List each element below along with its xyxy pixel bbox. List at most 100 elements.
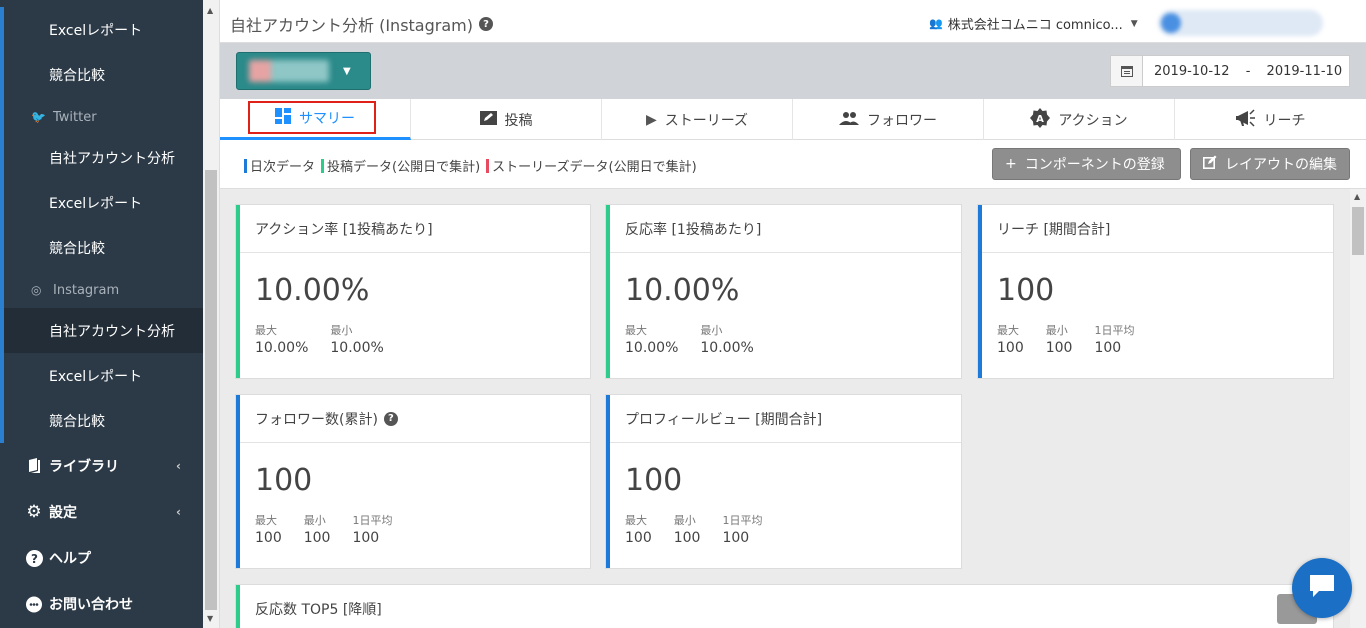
scroll-up-icon[interactable]: ▲ (1354, 192, 1360, 201)
sidebar-item-label: ライブラリ (49, 459, 119, 475)
card-value: 10.00% (255, 273, 370, 308)
tab-followers[interactable]: フォロワー (793, 99, 984, 140)
stat-max: 最大 10.00% (625, 322, 678, 356)
stat-value: 100 (625, 530, 652, 546)
legend-label: ストーリーズデータ(公開日で集計) (492, 160, 697, 175)
card-stats: 最大 100 最小 100 1日平均 100 (255, 512, 392, 546)
legend-item-stories: ストーリーズデータ(公開日で集計) (486, 156, 697, 175)
caret-down-icon: ▼ (343, 65, 351, 77)
stat-value: 10.00% (330, 340, 384, 356)
metric-card-followers: フォロワー数(累計) ? 100 最大 100 最小 100 1日平均 100 (235, 394, 591, 569)
scrollbar-thumb[interactable] (205, 170, 217, 610)
sidebar-item-label: Excelレポート (49, 195, 143, 212)
stat-value: 100 (1045, 340, 1073, 356)
chat-launcher-button[interactable] (1292, 558, 1352, 618)
metric-card-engagement-rate: 反応率 [1投稿あたり] 10.00% 最大 10.00% 最小 10.00% (605, 204, 962, 379)
stat-value: 100 (303, 530, 331, 546)
tab-reach[interactable]: リーチ (1175, 99, 1366, 140)
sidebar-section-instagram: ◎ Instagram (0, 270, 203, 310)
calendar-icon[interactable] (1111, 56, 1143, 86)
card-title: プロフィールビュー [期間合計] (606, 395, 961, 443)
tab-posts[interactable]: 投稿 (411, 99, 602, 140)
action-icon: A (1030, 107, 1051, 132)
add-component-button[interactable]: + コンポーネントの登録 (992, 148, 1181, 180)
sidebar-item-excel-report-1[interactable]: Excelレポート (0, 7, 203, 52)
company-selector[interactable]: 👥 株式会社コムニコ comnico... ▼ (929, 14, 1138, 33)
sidebar-item-label: ヘルプ (49, 551, 91, 567)
date-start: 2019-10-12 (1154, 63, 1230, 79)
card-title: リーチ [期間合計] (978, 205, 1333, 253)
card-stats: 最大 10.00% 最小 10.00% (255, 322, 384, 356)
sidebar-item-competitor-2[interactable]: 競合比較 (0, 225, 203, 270)
stat-value: 10.00% (625, 340, 679, 356)
tab-label: アクション (1058, 112, 1128, 129)
tab-actions[interactable]: A アクション (984, 99, 1175, 140)
card-stats: 最大 100 最小 100 1日平均 100 (997, 322, 1134, 356)
tab-label: ストーリーズ (664, 112, 749, 129)
sidebar-item-competitor-1[interactable]: 競合比較 (0, 52, 203, 97)
stat-label: 最大 (625, 514, 647, 527)
scroll-up-icon[interactable]: ▲ (207, 6, 213, 15)
stat-label: 最小 (673, 514, 696, 527)
scroll-down-icon[interactable]: ▼ (207, 614, 213, 623)
sidebar-item-label: 競合比較 (49, 67, 105, 84)
sidebar-item-settings[interactable]: ⚙ 設定 ‹ (0, 489, 203, 535)
sidebar-item-label: 競合比較 (49, 413, 105, 430)
library-icon (25, 458, 43, 474)
plus-icon: + (1005, 156, 1017, 172)
edit-layout-button[interactable]: レイアウトの編集 (1190, 148, 1350, 180)
sidebar-section-twitter: 🐦 Twitter (0, 97, 203, 137)
sidebar-item-contact[interactable]: お問い合わせ (0, 581, 203, 627)
sidebar-section-label: Twitter (53, 109, 97, 125)
card-value: 10.00% (625, 273, 740, 308)
card-stats: 最大 100 最小 100 1日平均 100 (625, 512, 762, 546)
help-icon[interactable]: ? (383, 411, 398, 426)
legend-swatch (321, 158, 325, 173)
content-scrollbar[interactable]: ▲ (1350, 189, 1366, 628)
sidebar-item-label: 自社アカウント分析 (49, 323, 175, 340)
card-accent (236, 585, 240, 628)
help-icon[interactable]: ? (478, 17, 493, 31)
stat-min: 最小 100 (304, 512, 331, 546)
page-title: 自社アカウント分析 (Instagram) ? (230, 12, 493, 36)
stat-max: 最大 10.00% (255, 322, 308, 356)
scrollbar-thumb[interactable] (1352, 207, 1364, 255)
ranking-card-top5: 反応数 TOP5 [降順] (235, 584, 1334, 628)
card-value: 100 (997, 273, 1055, 308)
stat-label: 最大 (997, 324, 1019, 337)
sidebar-item-own-account-twitter[interactable]: 自社アカウント分析 (0, 135, 203, 180)
sidebar-item-label: お問い合わせ (49, 597, 133, 613)
date-range-text: 2019-10-12 - 2019-11-10 (1143, 64, 1342, 79)
svg-text:?: ? (31, 552, 38, 566)
stat-max: 最大 100 (255, 512, 282, 546)
legend-label: 投稿データ(公開日で集計) (327, 160, 481, 175)
legend-row: 日次データ 投稿データ(公開日で集計) ストーリーズデータ(公開日で集計) + … (220, 140, 1366, 189)
card-accent (978, 205, 982, 378)
stat-label: 1日平均 (1094, 324, 1135, 337)
legend: 日次データ 投稿データ(公開日で集計) ストーリーズデータ(公開日で集計) (244, 156, 697, 175)
stat-value: 100 (255, 530, 282, 546)
tab-stories[interactable]: ▶ ストーリーズ (602, 99, 793, 140)
chat-bubble-icon (1307, 572, 1337, 604)
caret-down-icon: ▼ (1130, 18, 1138, 29)
card-title: 反応数 TOP5 [降順] (236, 585, 1333, 628)
tab-label: リーチ (1263, 112, 1306, 129)
sidebar-item-help[interactable]: ? ヘルプ (0, 535, 203, 581)
sidebar-item-excel-report-3[interactable]: Excelレポート (0, 353, 203, 398)
account-selector-button[interactable]: ▼ (236, 52, 371, 90)
stat-value: 100 (722, 530, 750, 546)
sidebar-item-own-account-instagram[interactable]: 自社アカウント分析 (0, 308, 203, 353)
sidebar-item-competitor-3[interactable]: 競合比較 (0, 398, 203, 443)
metric-card-action-rate: アクション率 [1投稿あたり] 10.00% 最大 10.00% 最小 10.00% (235, 204, 591, 379)
sidebar-item-excel-report-2[interactable]: Excelレポート (0, 180, 203, 225)
page-title-text: 自社アカウント分析 (Instagram) (230, 16, 473, 35)
sidebar-item-label: 自社アカウント分析 (49, 150, 175, 167)
user-menu[interactable] (1158, 10, 1323, 36)
sidebar-scrollbar[interactable]: ▲ ▼ (203, 0, 220, 628)
date-range-picker[interactable]: 2019-10-12 - 2019-11-10 (1110, 55, 1350, 87)
stat-label: 最小 (330, 324, 353, 337)
tab-summary[interactable]: サマリー (220, 99, 411, 140)
card-title: 反応率 [1投稿あたり] (606, 205, 961, 253)
card-title: アクション率 [1投稿あたり] (236, 205, 590, 253)
sidebar-item-library[interactable]: ライブラリ ‹ (0, 443, 203, 489)
